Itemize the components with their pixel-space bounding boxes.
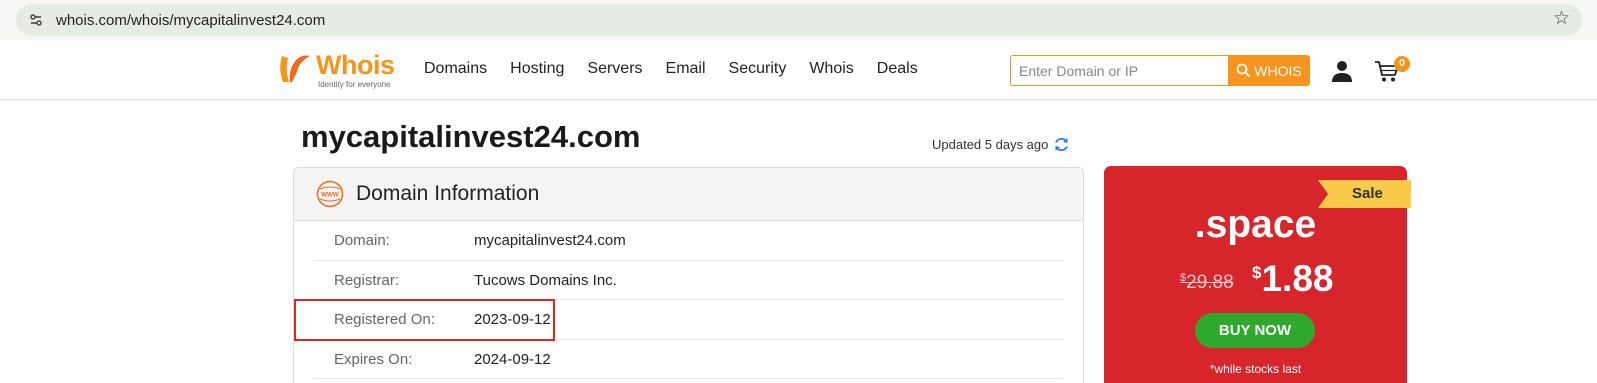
whois-search-button[interactable]: WHOIS: [1228, 55, 1310, 86]
bookmark-star-icon[interactable]: ☆: [1553, 9, 1570, 29]
url-text[interactable]: whois.com/whois/mycapitalinvest24.com: [56, 12, 325, 29]
site-info-icon[interactable]: [26, 10, 46, 30]
search-input[interactable]: [1010, 55, 1228, 86]
info-value: mycapitalinvest24.com: [474, 232, 626, 249]
domain-information-card: WWW Domain Information Domain: mycapital…: [293, 167, 1084, 383]
info-label: Domain:: [334, 232, 390, 249]
stock-note: *while stocks last: [1209, 362, 1302, 376]
info-row-expires-on: Expires On: 2024-09-12: [314, 340, 1063, 379]
main-nav: Domains Hosting Servers Email Security W…: [424, 60, 941, 78]
cart-count-badge: 0: [1394, 56, 1410, 72]
old-price: $29.88: [1180, 272, 1234, 294]
browser-toolbar: whois.com/whois/mycapitalinvest24.com ☆: [0, 0, 1597, 40]
nav-whois[interactable]: Whois: [809, 60, 853, 78]
nav-deals[interactable]: Deals: [877, 60, 918, 78]
sale-price-currency: $: [1252, 263, 1262, 282]
info-value: Tucows Domains Inc.: [474, 271, 617, 289]
logo-wordmark: Whois: [316, 50, 395, 80]
info-row-domain: Domain: mycapitalinvest24.com: [314, 221, 1063, 261]
nav-servers[interactable]: Servers: [587, 60, 642, 78]
logo-tagline: Identity for everyone: [318, 80, 391, 89]
search-button-label: WHOIS: [1254, 62, 1302, 79]
www-globe-icon: WWW: [316, 180, 344, 208]
registered-on-highlight-box: [294, 299, 555, 341]
nav-hosting[interactable]: Hosting: [510, 60, 564, 78]
info-value: 2024-09-12: [474, 350, 551, 368]
address-bar[interactable]: whois.com/whois/mycapitalinvest24.com ☆: [16, 4, 1582, 36]
search-form: WHOIS: [1010, 55, 1310, 86]
nav-domains[interactable]: Domains: [424, 60, 487, 78]
whois-logo[interactable]: Whois Identity for everyone: [276, 50, 400, 92]
sale-price: $1.88: [1252, 258, 1333, 300]
buy-now-button[interactable]: BUY NOW: [1195, 313, 1315, 348]
refresh-icon[interactable]: [1053, 136, 1070, 153]
account-icon[interactable]: [1330, 59, 1354, 83]
domain-information-header: WWW Domain Information: [294, 168, 1083, 221]
updated-status: Updated 5 days ago: [932, 136, 1070, 153]
svg-text:WWW: WWW: [321, 191, 339, 198]
updated-text: Updated 5 days ago: [932, 137, 1049, 152]
cart-button[interactable]: 0: [1374, 56, 1410, 86]
sale-badge: Sale: [1352, 185, 1383, 202]
sale-price-amount: 1.88: [1261, 258, 1334, 299]
whois-logo-mark-icon: [280, 55, 310, 82]
nav-security[interactable]: Security: [729, 60, 787, 78]
promo-tld: .space: [1194, 203, 1317, 246]
site-header: Whois Identity for everyone Domains Host…: [0, 40, 1597, 100]
nav-email[interactable]: Email: [666, 60, 706, 78]
search-icon: [1236, 63, 1251, 78]
info-label: Registrar:: [334, 271, 400, 289]
info-label: Expires On:: [334, 350, 413, 368]
page-title: mycapitalinvest24.com: [301, 119, 641, 154]
domain-information-title: Domain Information: [356, 182, 540, 205]
info-row-registrar: Registrar: Tucows Domains Inc.: [314, 261, 1063, 300]
old-price-amount: 29.88: [1186, 272, 1234, 293]
